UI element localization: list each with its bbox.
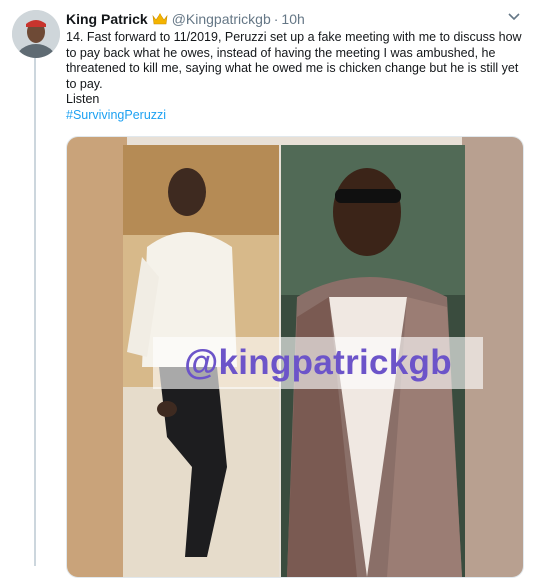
media-watermark: @kingpatrickgb: [153, 337, 483, 389]
avatar-photo: [12, 10, 60, 58]
separator-dot: ·: [273, 11, 279, 27]
tweet-media[interactable]: @kingpatrickgb: [66, 136, 524, 578]
tweet-body: 14. Fast forward to 11/2019, Peruzzi set…: [66, 30, 522, 91]
hashtag-link[interactable]: #SurvivingPeruzzi: [66, 108, 166, 122]
watermark-text: @kingpatrickgb: [184, 343, 452, 382]
chevron-down-icon[interactable]: [507, 10, 521, 24]
tweet-timestamp[interactable]: 10h: [281, 11, 304, 27]
display-name[interactable]: King Patrick: [66, 11, 148, 27]
avatar[interactable]: [12, 10, 60, 58]
tweet-listen: Listen: [66, 92, 100, 106]
thread-line: [34, 56, 36, 566]
tweet-text: 14. Fast forward to 11/2019, Peruzzi set…: [66, 30, 524, 123]
tweet-header: King Patrick @Kingpatrickgb · 10h: [66, 10, 523, 28]
crown-icon: [152, 13, 168, 25]
user-handle[interactable]: @Kingpatrickgb: [172, 11, 271, 27]
